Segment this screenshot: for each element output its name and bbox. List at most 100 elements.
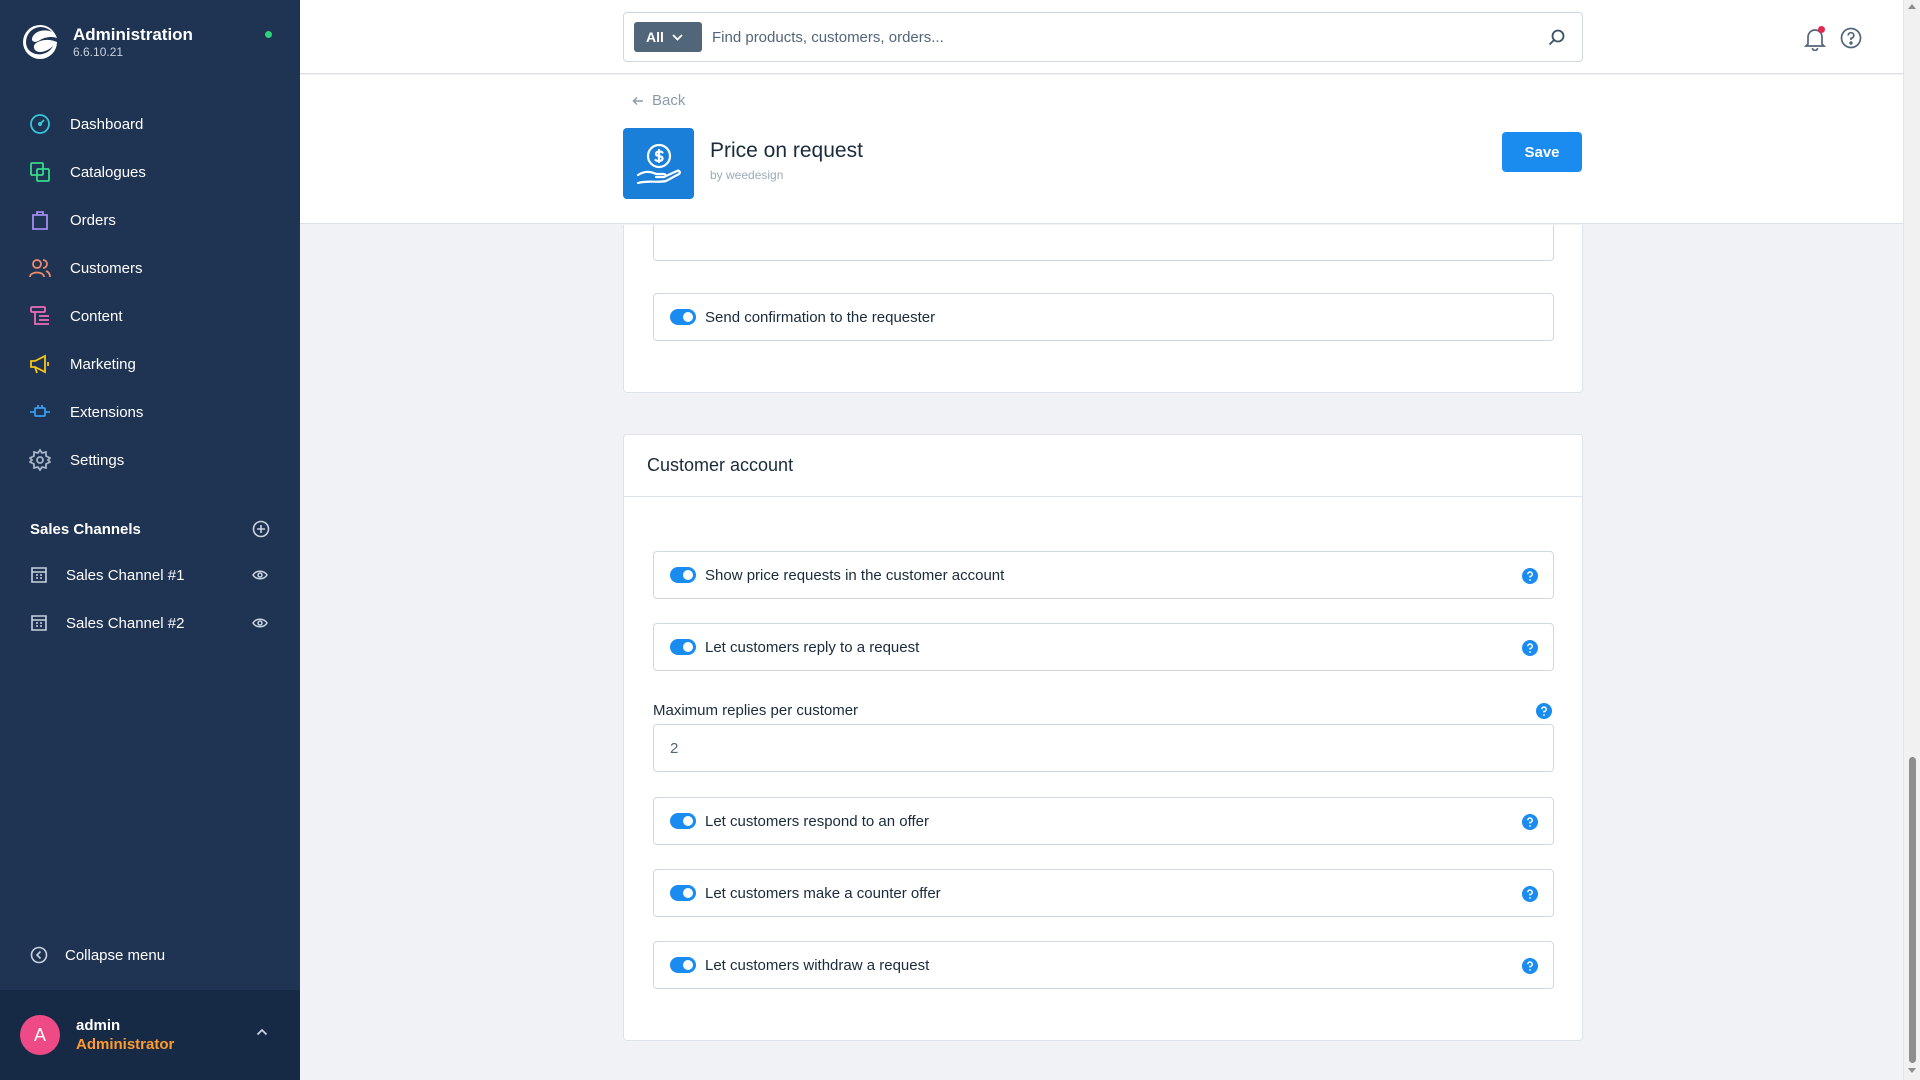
help-tooltip-icon[interactable] bbox=[1522, 814, 1538, 830]
customer-account-card: Customer account Show price requests in … bbox=[623, 434, 1583, 1041]
marketing-icon bbox=[30, 354, 49, 374]
collapse-menu-label: Collapse menu bbox=[65, 946, 166, 964]
notification-dot bbox=[1818, 26, 1825, 33]
nav-label: Settings bbox=[70, 451, 125, 469]
collapse-menu-button[interactable]: Collapse menu bbox=[30, 946, 165, 964]
storefront-icon bbox=[31, 615, 47, 631]
nav-item-catalogues[interactable]: Catalogues bbox=[0, 148, 300, 196]
nav-label: Extensions bbox=[70, 403, 144, 421]
scroll-up-arrow-icon[interactable] bbox=[1908, 3, 1916, 9]
user-menu[interactable]: A admin Administrator bbox=[0, 990, 300, 1080]
eye-icon[interactable] bbox=[252, 568, 268, 582]
brand-version: 6.6.10.21 bbox=[73, 45, 124, 59]
sales-channels-header: Sales Channels bbox=[30, 520, 270, 538]
main-content: Send confirmation to the requester Custo… bbox=[300, 225, 1903, 1080]
nav-item-orders[interactable]: Orders bbox=[0, 196, 300, 244]
storefront-icon bbox=[31, 567, 47, 583]
extensions-icon bbox=[30, 405, 50, 417]
nav-item-marketing[interactable]: Marketing bbox=[0, 340, 300, 388]
catalogues-icon bbox=[30, 162, 50, 182]
card-title: Customer account bbox=[647, 455, 794, 475]
page-scrollbar[interactable] bbox=[1903, 0, 1920, 1080]
send-confirmation-label: Send confirmation to the requester bbox=[705, 308, 936, 326]
page-header: Back Price on request by weedesign Save bbox=[300, 75, 1903, 224]
help-tooltip-icon[interactable] bbox=[1522, 640, 1538, 656]
orders-icon bbox=[32, 211, 48, 230]
app-author: by weedesign bbox=[710, 168, 784, 182]
brand-title: Administration bbox=[73, 25, 193, 44]
field-label: Show price requests in the customer acco… bbox=[705, 566, 1005, 584]
main-nav: Dashboard Catalogues Orders Customers Co… bbox=[0, 100, 300, 484]
chevron-up-icon[interactable] bbox=[256, 1028, 268, 1036]
respond-to-offer-toggle[interactable] bbox=[670, 813, 696, 829]
counter-offer-toggle[interactable] bbox=[670, 885, 696, 901]
help-tooltip-icon[interactable] bbox=[1522, 886, 1538, 902]
global-search: All bbox=[623, 12, 1583, 62]
sales-channel-label: Sales Channel #1 bbox=[66, 566, 185, 584]
card-header: Customer account bbox=[624, 435, 1582, 497]
show-price-requests-toggle[interactable] bbox=[670, 567, 696, 583]
customers-icon bbox=[29, 259, 51, 278]
nav-item-dashboard[interactable]: Dashboard bbox=[0, 100, 300, 148]
page-title: Price on request bbox=[710, 139, 863, 162]
arrow-left-icon bbox=[632, 96, 643, 105]
help-tooltip-icon[interactable] bbox=[1522, 568, 1538, 584]
respond-to-offer-field: Let customers respond to an offer bbox=[653, 797, 1554, 845]
nav-item-content[interactable]: Content bbox=[0, 292, 300, 340]
back-link[interactable]: Back bbox=[632, 92, 685, 109]
search-input[interactable] bbox=[712, 22, 1512, 52]
online-status-dot bbox=[265, 31, 272, 38]
sales-channels-title: Sales Channels bbox=[30, 520, 141, 538]
settings-card-mail: Send confirmation to the requester bbox=[623, 225, 1583, 393]
user-name: admin bbox=[76, 1017, 121, 1034]
help-tooltip-icon[interactable] bbox=[1522, 958, 1538, 974]
search-icon[interactable] bbox=[1548, 28, 1566, 46]
search-type-dropdown[interactable]: All bbox=[634, 22, 702, 52]
field-label: Let customers reply to a request bbox=[705, 638, 920, 656]
withdraw-request-toggle[interactable] bbox=[670, 957, 696, 973]
sidebar: Administration 6.6.10.21 Dashboard Catal… bbox=[0, 0, 300, 1080]
scroll-down-arrow-icon[interactable] bbox=[1908, 1068, 1916, 1074]
field-label: Let customers respond to an offer bbox=[705, 812, 930, 830]
nav-label: Catalogues bbox=[70, 163, 146, 181]
show-price-requests-field: Show price requests in the customer acco… bbox=[653, 551, 1554, 599]
text-area-field[interactable] bbox=[653, 225, 1554, 261]
shopware-logo-icon bbox=[23, 25, 57, 59]
sales-channel-item-2[interactable]: Sales Channel #2 bbox=[0, 599, 300, 647]
help-tooltip-icon[interactable] bbox=[1536, 703, 1552, 719]
avatar: A bbox=[20, 1015, 60, 1055]
nav-item-customers[interactable]: Customers bbox=[0, 244, 300, 292]
field-label: Let customers make a counter offer bbox=[705, 884, 941, 902]
nav-item-settings[interactable]: Settings bbox=[0, 436, 300, 484]
top-bar: All bbox=[300, 0, 1903, 74]
chevron-left-circle-icon bbox=[30, 946, 48, 964]
settings-icon bbox=[29, 449, 51, 471]
field-label: Let customers withdraw a request bbox=[705, 956, 930, 974]
nav-label: Dashboard bbox=[70, 115, 144, 133]
nav-label: Marketing bbox=[70, 355, 136, 373]
back-label: Back bbox=[652, 92, 686, 109]
send-confirmation-field: Send confirmation to the requester bbox=[653, 293, 1554, 341]
eye-icon[interactable] bbox=[252, 616, 268, 630]
scrollbar-thumb[interactable] bbox=[1909, 757, 1916, 1063]
reply-to-request-toggle[interactable] bbox=[670, 639, 696, 655]
help-icon[interactable] bbox=[1840, 27, 1862, 49]
save-button[interactable]: Save bbox=[1502, 132, 1582, 172]
add-sales-channel-icon[interactable] bbox=[252, 520, 270, 538]
nav-label: Orders bbox=[70, 211, 116, 229]
sales-channel-item-1[interactable]: Sales Channel #1 bbox=[0, 551, 300, 599]
nav-label: Customers bbox=[70, 259, 143, 277]
counter-offer-field: Let customers make a counter offer bbox=[653, 869, 1554, 917]
content-icon bbox=[30, 306, 49, 325]
withdraw-request-field: Let customers withdraw a request bbox=[653, 941, 1554, 989]
send-confirmation-toggle[interactable] bbox=[670, 309, 696, 325]
dashboard-icon bbox=[30, 114, 50, 134]
nav-item-extensions[interactable]: Extensions bbox=[0, 388, 300, 436]
search-type-label: All bbox=[646, 29, 664, 45]
user-role: Administrator bbox=[76, 1036, 175, 1053]
brand[interactable]: Administration 6.6.10.21 bbox=[20, 22, 193, 62]
max-replies-input[interactable] bbox=[653, 724, 1554, 772]
chevron-down-icon bbox=[672, 33, 683, 41]
sales-channel-list: Sales Channel #1 Sales Channel #2 bbox=[0, 551, 300, 647]
app-icon bbox=[623, 128, 694, 199]
